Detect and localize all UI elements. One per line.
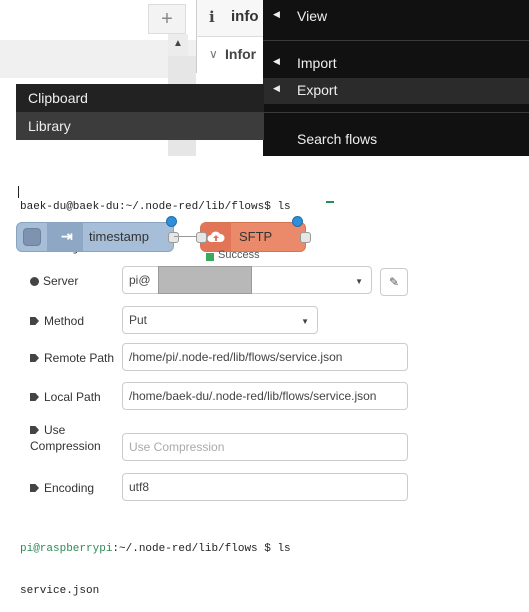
encoding-input[interactable]: utf8 bbox=[122, 473, 408, 501]
caret-left-icon: ◀ bbox=[273, 9, 280, 19]
menu-item-export[interactable]: ◀ Export bbox=[263, 78, 529, 104]
remote-path-value: /home/pi/.node-red/lib/flows/service.jso… bbox=[129, 350, 343, 364]
remote-path-label-text: Remote Path bbox=[44, 351, 115, 365]
menu-item-label: Library bbox=[28, 118, 71, 134]
add-tab-button[interactable]: + bbox=[148, 4, 186, 34]
status-indicator bbox=[206, 253, 214, 261]
scroll-up-button[interactable]: ▲ bbox=[168, 34, 188, 56]
menu-divider bbox=[263, 40, 529, 41]
edit-server-button[interactable]: ✎ bbox=[380, 268, 408, 296]
server-value: pi@ bbox=[129, 273, 151, 287]
main-menu: ◀ View ◀ Import ◀ Export Search flows bbox=[263, 0, 529, 156]
redacted-host bbox=[158, 266, 252, 294]
node-label: SFTP bbox=[239, 229, 273, 244]
local-path-input[interactable]: /home/baek-du/.node-red/lib/flows/servic… bbox=[122, 382, 408, 410]
export-submenu: Clipboard Library bbox=[16, 84, 264, 140]
globe-icon bbox=[30, 277, 39, 286]
menu-item-import[interactable]: ◀ Import bbox=[263, 51, 529, 77]
method-select[interactable]: Put ▼ bbox=[122, 306, 318, 334]
menu-item-label: Import bbox=[297, 55, 337, 71]
tab-info-label: info bbox=[231, 8, 259, 25]
node-status-text: Success bbox=[218, 249, 260, 261]
chevron-down-icon: ▼ bbox=[355, 277, 363, 286]
changed-indicator-dot bbox=[166, 216, 177, 227]
terminal-line: service.json bbox=[20, 585, 100, 597]
compression-placeholder: Use Compression bbox=[129, 440, 225, 454]
local-path-value: /home/baek-du/.node-red/lib/flows/servic… bbox=[129, 389, 377, 403]
tab-info[interactable]: i info bbox=[196, 0, 272, 36]
changed-indicator-dot bbox=[292, 216, 303, 227]
compression-label-line1: Use bbox=[44, 423, 66, 437]
output-port[interactable] bbox=[168, 232, 179, 243]
compression-label-line2: Compression bbox=[30, 439, 101, 453]
menu-item-search-flows[interactable]: Search flows bbox=[263, 127, 529, 153]
local-path-label-text: Local Path bbox=[44, 390, 101, 404]
remote-path-input[interactable]: /home/pi/.node-red/lib/flows/service.jso… bbox=[122, 343, 408, 371]
tag-icon bbox=[30, 317, 39, 325]
menu-item-label: View bbox=[297, 8, 328, 24]
caret-left-icon: ◀ bbox=[273, 83, 280, 93]
menu-item-library[interactable]: Library bbox=[16, 112, 264, 140]
compression-input[interactable]: Use Compression bbox=[122, 433, 408, 461]
info-section-label: Infor bbox=[225, 46, 257, 62]
text-caret bbox=[18, 186, 19, 198]
encoding-label-text: Encoding bbox=[44, 481, 95, 495]
menu-divider bbox=[263, 112, 529, 113]
terminal-command: :~/.node-red/lib/flows $ ls bbox=[112, 543, 291, 555]
chevron-down-icon: ∨ bbox=[209, 47, 218, 61]
server-label: Server bbox=[30, 274, 78, 288]
timestamp-inject-node[interactable]: ⇥ timestamp bbox=[16, 222, 174, 252]
compression-label: Use Compression bbox=[30, 422, 101, 454]
local-path-label: Local Path bbox=[30, 390, 101, 404]
chevron-down-icon: ▼ bbox=[301, 317, 309, 326]
terminal-prompt: pi@raspberrypi bbox=[20, 543, 113, 555]
remote-path-label: Remote Path bbox=[30, 351, 114, 365]
menu-item-view[interactable]: ◀ View bbox=[263, 4, 529, 30]
sftp-node[interactable]: SFTP bbox=[200, 222, 306, 252]
output-port[interactable] bbox=[300, 232, 311, 243]
node-red-editor-top: + ▲ i info ∨ Infor ◀ View ◀ Import ◀ Exp… bbox=[0, 0, 529, 158]
encoding-label: Encoding bbox=[30, 481, 94, 495]
terminal-line: baek-du@baek-du:~/.node-red/lib/flows$ l… bbox=[20, 201, 291, 213]
encoding-value: utf8 bbox=[129, 480, 150, 494]
pencil-icon: ✎ bbox=[388, 275, 400, 289]
method-label-text: Method bbox=[44, 314, 85, 328]
terminal-line: pi@raspberrypi:~/.node-red/lib/flows $ l… bbox=[20, 542, 291, 556]
menu-item-clipboard[interactable]: Clipboard bbox=[16, 84, 264, 112]
cloud-upload-icon bbox=[207, 231, 225, 242]
method-value: Put bbox=[129, 313, 148, 327]
workspace-strip bbox=[0, 40, 196, 78]
server-label-text: Server bbox=[43, 274, 79, 288]
menu-item-label: Clipboard bbox=[28, 90, 88, 106]
info-section-header[interactable]: ∨ Infor bbox=[196, 36, 267, 73]
method-label: Method bbox=[30, 314, 84, 328]
arrow-right-icon: ⇥ bbox=[61, 228, 73, 244]
tag-icon bbox=[30, 393, 39, 401]
menu-item-label: Search flows bbox=[297, 131, 378, 147]
input-port[interactable] bbox=[196, 232, 207, 243]
tag-icon bbox=[30, 354, 39, 362]
info-icon: i bbox=[209, 8, 215, 26]
terminal-raspberrypi: pi@raspberrypi:~/.node-red/lib/flows $ l… bbox=[20, 514, 291, 612]
terminal-cursor bbox=[326, 201, 334, 203]
node-label: timestamp bbox=[89, 229, 149, 244]
menu-item-label: Export bbox=[297, 82, 338, 98]
caret-left-icon: ◀ bbox=[273, 56, 280, 66]
tag-icon bbox=[30, 426, 39, 434]
inject-button[interactable] bbox=[23, 228, 41, 246]
tag-icon bbox=[30, 484, 39, 492]
